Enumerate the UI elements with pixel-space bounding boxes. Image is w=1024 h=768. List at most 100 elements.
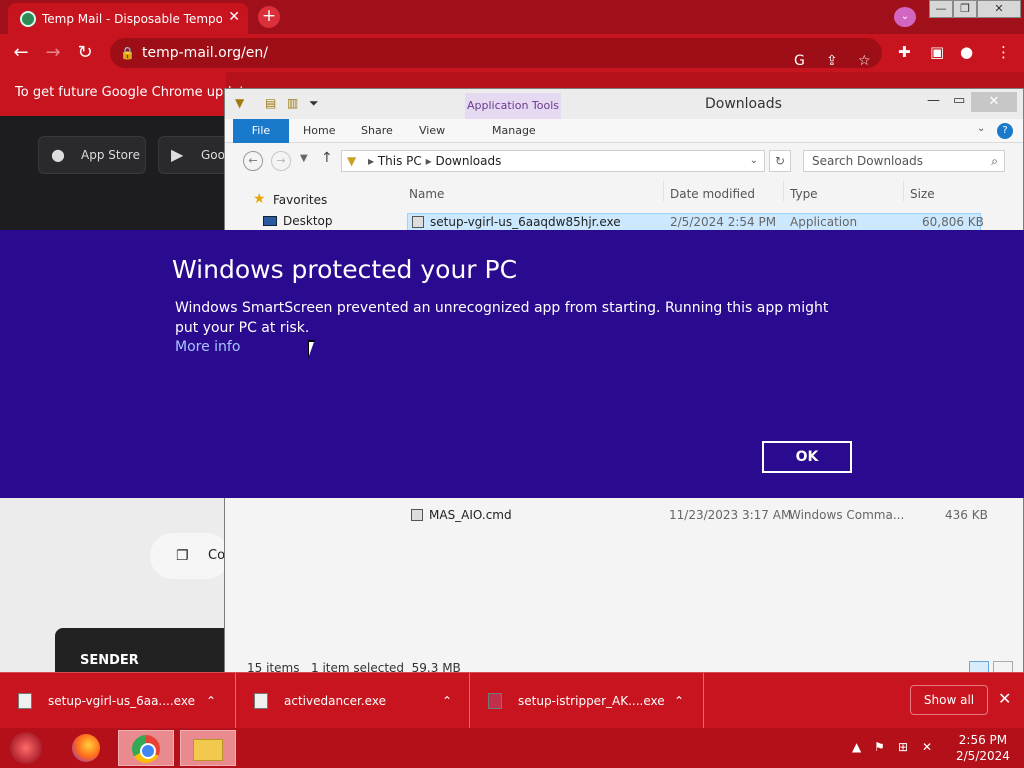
download-filename: setup-istripper_AK....exe <box>518 694 665 708</box>
exe-file-icon <box>18 693 32 709</box>
up-arrow-icon[interactable]: ↑ <box>321 150 333 166</box>
tab-close-icon[interactable]: ✕ <box>228 9 240 25</box>
download-options-chevron-icon[interactable]: ⌃ <box>206 673 216 729</box>
copy-label: Co <box>208 548 226 563</box>
firefox-taskbar-button[interactable] <box>58 730 114 766</box>
clock-date: 2/5/2024 <box>956 749 1010 763</box>
folder-icon <box>193 739 223 761</box>
chrome-taskbar-button[interactable] <box>118 730 174 766</box>
column-header-type[interactable]: Type <box>790 187 818 201</box>
app-store-button[interactable]: ● App Store <box>38 136 146 174</box>
tab-title: Temp Mail - Disposable Tempora <box>42 11 222 26</box>
smartscreen-dialog: Windows protected your PC Windows SmartS… <box>0 230 1024 498</box>
close-window-button[interactable]: ✕ <box>977 0 1021 18</box>
action-center-flag-icon[interactable]: ⚑ <box>874 740 885 754</box>
clock-time: 2:56 PM <box>958 733 1008 747</box>
more-info-link[interactable]: More info <box>175 339 240 355</box>
download-item[interactable]: setup-istripper_AK....exe ⌃ <box>470 673 704 729</box>
download-options-chevron-icon[interactable]: ⌃ <box>674 673 684 729</box>
browser-tab[interactable]: Temp Mail - Disposable Tempora ✕ <box>8 3 248 34</box>
explorer-close-button[interactable]: ✕ <box>971 92 1017 112</box>
column-header-name[interactable]: Name <box>409 187 444 201</box>
file-size: 436 KB <box>945 508 988 522</box>
breadcrumb-downloads[interactable]: Downloads <box>435 154 501 168</box>
file-row[interactable]: MAS_AIO.cmd 11/23/2023 3:17 AM Windows C… <box>407 507 988 525</box>
file-name: MAS_AIO.cmd <box>429 508 512 522</box>
quick-access-folder-icon[interactable]: ▼ <box>235 96 244 110</box>
apple-icon: ● <box>51 145 65 164</box>
column-divider[interactable] <box>783 181 784 201</box>
file-date: 11/23/2023 3:17 AM <box>669 508 792 522</box>
start-button[interactable] <box>10 732 42 764</box>
search-downloads-input[interactable]: Search Downloads ⌕ <box>803 150 1005 172</box>
tab-search-button[interactable]: ⌄ <box>894 7 916 27</box>
file-date: 2/5/2024 2:54 PM <box>670 215 777 229</box>
column-divider[interactable] <box>663 181 664 201</box>
column-divider[interactable] <box>903 181 904 201</box>
restore-button[interactable]: ❐ <box>953 0 977 18</box>
system-clock[interactable]: 2:56 PM 2/5/2024 <box>956 732 1010 764</box>
mouse-cursor-icon <box>308 340 315 358</box>
search-icon: ⌕ <box>991 154 998 168</box>
file-name: setup-vgirl-us_6aaqdw85hjr.exe <box>430 215 621 229</box>
file-explorer-taskbar-button[interactable] <box>180 730 236 766</box>
volume-muted-icon[interactable]: ✕ <box>922 740 932 754</box>
refresh-icon[interactable]: ↻ <box>769 150 791 172</box>
breadcrumb-this-pc[interactable]: This PC <box>378 154 422 168</box>
show-all-button[interactable]: Show all <box>910 685 988 715</box>
side-panel-icon[interactable]: ▣ <box>930 43 944 61</box>
new-tab-button[interactable]: + <box>258 6 280 28</box>
copy-button[interactable]: ❐ Co <box>150 533 230 579</box>
windows-taskbar: ▲ ⚑ ⊞ ✕ 2:56 PM 2/5/2024 <box>0 728 1024 768</box>
minimize-button[interactable]: — <box>929 0 953 18</box>
ribbon-tab-manage[interactable]: Manage <box>492 119 536 143</box>
new-folder-icon[interactable]: ▥ <box>287 96 298 110</box>
downloads-folder-icon: ▼ <box>347 154 357 168</box>
explorer-address-box[interactable]: ▼ ▸ This PC ▸ Downloads ⌄ <box>341 150 765 172</box>
app-store-label: App Store <box>81 148 140 162</box>
back-arrow-icon[interactable]: ← <box>10 42 32 63</box>
ribbon-tab-view[interactable]: View <box>419 119 445 143</box>
recent-locations-chevron-icon[interactable]: ▼ <box>300 153 308 164</box>
application-icon <box>412 216 424 228</box>
firefox-icon <box>72 734 100 762</box>
chrome-toolbar: ← → ↻ 🔒 temp-mail.org/en/ G ⇪ ☆ <box>0 34 1024 72</box>
ribbon-tabs: File Home Share View Manage ⌄ ? <box>225 119 1023 143</box>
google-play-button[interactable]: ▶ Goo <box>158 136 226 174</box>
download-item[interactable]: activedancer.exe ⌃ <box>236 673 470 729</box>
show-hidden-icons-icon[interactable]: ▲ <box>852 740 861 754</box>
ok-button[interactable]: OK <box>762 441 852 473</box>
close-shelf-icon[interactable]: ✕ <box>998 689 1011 708</box>
address-bar[interactable]: 🔒 temp-mail.org/en/ G ⇪ ☆ <box>110 38 882 69</box>
expand-ribbon-chevron-icon[interactable]: ⌄ <box>977 123 985 134</box>
profile-avatar-icon[interactable]: ● <box>960 43 973 61</box>
ribbon-tab-home[interactable]: Home <box>303 119 335 143</box>
dialog-title: Windows protected your PC <box>172 255 518 284</box>
download-options-chevron-icon[interactable]: ⌃ <box>442 673 452 729</box>
extensions-puzzle-icon[interactable]: ✚ <box>898 43 911 61</box>
explorer-forward-icon[interactable]: → <box>271 151 291 171</box>
ribbon-tab-file[interactable]: File <box>233 119 289 143</box>
column-header-size[interactable]: Size <box>910 187 935 201</box>
forward-arrow-icon[interactable]: → <box>42 42 64 63</box>
breadcrumb-separator-icon: ▸ <box>425 154 436 168</box>
nav-favorites[interactable]: Favorites <box>273 193 327 207</box>
properties-icon[interactable]: ▤ <box>265 96 276 110</box>
address-dropdown-chevron-icon[interactable]: ⌄ <box>750 151 758 171</box>
network-icon[interactable]: ⊞ <box>898 740 908 754</box>
explorer-minimize-button[interactable]: — <box>927 93 940 108</box>
customize-toolbar-icon[interactable]: ⏷ <box>309 96 319 111</box>
download-item[interactable]: setup-vgirl-us_6aa....exe ⌃ <box>0 673 236 729</box>
explorer-maximize-button[interactable]: ▭ <box>953 93 965 108</box>
explorer-back-icon[interactable]: ← <box>243 151 263 171</box>
exe-file-icon <box>488 693 502 709</box>
cmd-script-icon <box>411 509 423 521</box>
reload-icon[interactable]: ↻ <box>74 42 96 63</box>
column-header-date-modified[interactable]: Date modified <box>670 187 755 201</box>
lock-icon: 🔒 <box>120 46 135 60</box>
file-row[interactable]: setup-vgirl-us_6aaqdw85hjr.exe 2/5/2024 … <box>407 213 984 231</box>
help-icon[interactable]: ? <box>997 123 1013 139</box>
kebab-menu-icon[interactable]: ⋮ <box>996 43 1011 61</box>
nav-desktop[interactable]: Desktop <box>283 214 333 228</box>
ribbon-tab-share[interactable]: Share <box>361 119 393 143</box>
